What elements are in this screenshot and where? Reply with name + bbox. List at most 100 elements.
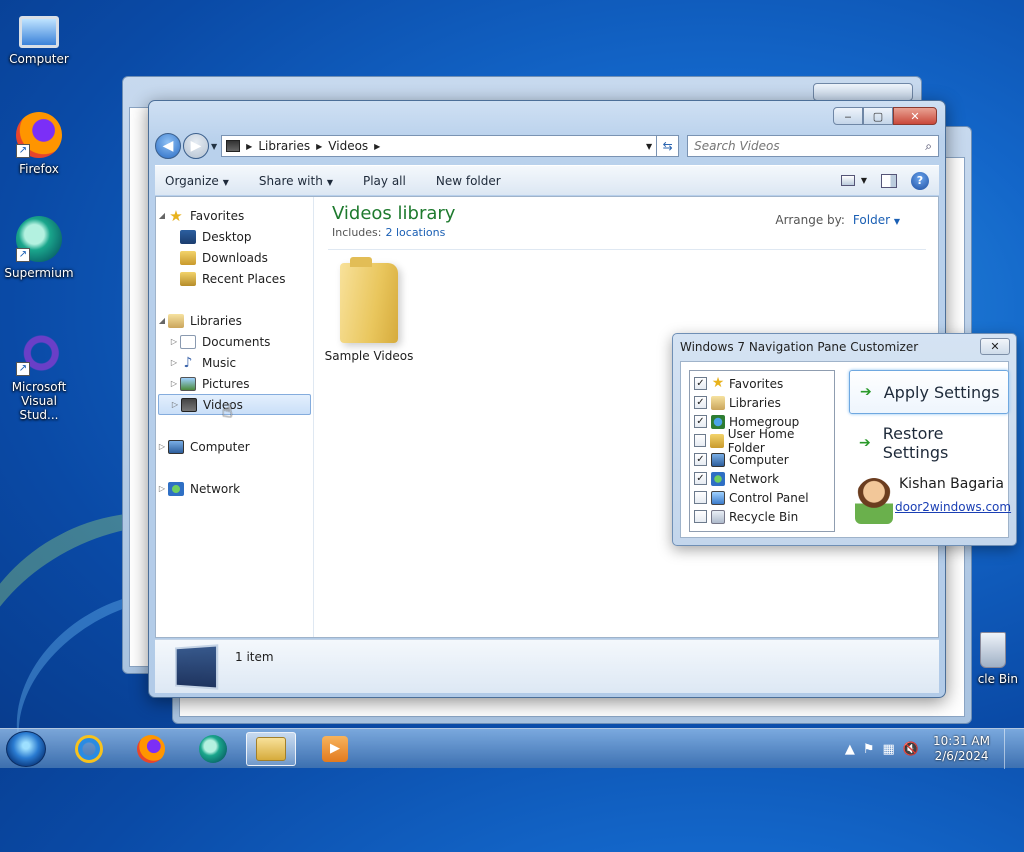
share-with-menu[interactable]: Share with ▼ <box>259 174 333 188</box>
maximize-button[interactable]: ▢ <box>863 107 893 125</box>
computer-icon <box>168 439 184 454</box>
nav-options-list: ✓ ★ Favorites ✓ Libraries ✓ Homegroup User H… <box>689 370 835 532</box>
folder-item[interactable]: Sample Videos <box>324 257 414 363</box>
user-folder-icon <box>710 433 724 448</box>
search-box[interactable]: ⌕ <box>687 135 939 157</box>
taskbar-firefox[interactable] <box>126 732 176 766</box>
recent-pages-dropdown[interactable]: ▼ <box>211 142 217 151</box>
nav-favorites[interactable]: ◢ ★ Favorites <box>156 205 313 226</box>
nav-libraries[interactable]: ◢ Libraries <box>156 310 313 331</box>
option-control-panel[interactable]: Control Panel <box>694 488 830 507</box>
view-options-dropdown-icon[interactable]: ▼ <box>861 176 867 185</box>
collapse-icon[interactable]: ◢ <box>156 316 168 325</box>
network-status-icon[interactable]: ▦ <box>883 742 895 757</box>
videos-icon <box>181 397 197 412</box>
recycle-bin-icon <box>711 509 725 524</box>
show-desktop-button[interactable] <box>1004 729 1016 769</box>
desktop-icon-visual-studio[interactable]: ↗ Microsoft Visual Stud... <box>0 330 78 422</box>
expand-icon[interactable]: ▷ <box>168 358 180 367</box>
restore-settings-button[interactable]: ➔ Restore Settings <box>849 421 1009 465</box>
navigation-pane: ◢ ★ Favorites Desktop Downloads Recent Pla… <box>156 197 314 637</box>
breadcrumb-libraries[interactable]: Libraries <box>258 139 310 153</box>
organize-menu[interactable]: Organize ▼ <box>165 174 229 188</box>
arrange-by-dropdown[interactable]: Folder ▼ <box>853 213 900 227</box>
checkbox[interactable] <box>694 491 707 504</box>
minimize-button[interactable]: ‒ <box>833 107 863 125</box>
show-hidden-icons-icon[interactable]: ▲ <box>845 742 855 757</box>
forward-button[interactable]: ▶ <box>183 133 209 159</box>
taskbar-media-player[interactable]: ▶ <box>310 732 360 766</box>
clock[interactable]: 10:31 AM 2/6/2024 <box>933 734 990 764</box>
checkbox[interactable] <box>694 510 707 523</box>
taskbar: ▶ ▲ ⚑ ▦ 🔇 10:31 AM 2/6/2024 <box>0 728 1024 769</box>
taskbar-supermium[interactable] <box>188 732 238 766</box>
nav-pictures[interactable]: ▷ Pictures <box>156 373 313 394</box>
supermium-icon: ↗ <box>16 216 62 262</box>
back-button[interactable]: ◀ <box>155 133 181 159</box>
dialog-title: Windows 7 Navigation Pane Customizer <box>680 340 919 354</box>
checkbox[interactable]: ✓ <box>694 377 707 390</box>
new-folder-button[interactable]: New folder <box>436 174 501 188</box>
option-recycle-bin[interactable]: Recycle Bin <box>694 507 830 526</box>
computer-icon <box>711 452 725 467</box>
address-bar[interactable]: ▶ Libraries ▶ Videos ▶ ▼ <box>221 135 658 157</box>
taskbar-explorer[interactable] <box>246 732 296 766</box>
visual-studio-icon: ↗ <box>16 330 62 376</box>
arrow-right-icon: ➔ <box>860 384 872 400</box>
arrange-by: Arrange by: Folder ▼ <box>775 213 900 227</box>
expand-icon[interactable]: ▷ <box>168 337 180 346</box>
expand-icon[interactable]: ▷ <box>156 484 168 493</box>
expand-icon[interactable]: ▷ <box>168 379 180 388</box>
desktop-icon-firefox[interactable]: ↗ Firefox <box>0 112 78 176</box>
dialog-close-button[interactable]: ✕ <box>980 338 1010 355</box>
chevron-right-icon[interactable]: ▶ <box>316 142 322 151</box>
libraries-icon <box>711 395 725 410</box>
nav-downloads[interactable]: Downloads <box>156 247 313 268</box>
volume-muted-icon[interactable]: 🔇 <box>903 742 919 757</box>
close-button[interactable]: ✕ <box>893 107 937 125</box>
checkbox[interactable]: ✓ <box>694 453 707 466</box>
collapse-icon[interactable]: ◢ <box>156 211 168 220</box>
checkbox[interactable]: ✓ <box>694 472 707 485</box>
play-all-button[interactable]: Play all <box>363 174 406 188</box>
help-icon[interactable]: ? <box>911 171 929 190</box>
item-count: 1 item <box>235 650 274 664</box>
author-link[interactable]: door2windows.com <box>895 500 1011 514</box>
search-input[interactable] <box>694 139 926 153</box>
change-view-icon[interactable] <box>840 175 855 186</box>
refresh-button[interactable]: ⇆ <box>657 135 680 157</box>
firefox-icon: ↗ <box>16 112 62 158</box>
apply-settings-button[interactable]: ➔ Apply Settings <box>849 370 1009 414</box>
taskbar-internet-explorer[interactable] <box>64 732 114 766</box>
option-network[interactable]: ✓ Network <box>694 469 830 488</box>
network-icon <box>711 471 725 486</box>
locations-link[interactable]: 2 locations <box>385 226 445 239</box>
preview-pane-icon[interactable] <box>881 173 897 188</box>
action-center-flag-icon[interactable]: ⚑ <box>863 742 875 757</box>
nav-recent-places[interactable]: Recent Places <box>156 268 313 289</box>
libraries-icon <box>168 313 184 328</box>
checkbox[interactable] <box>694 434 707 447</box>
option-user-home-folder[interactable]: User Home Folder <box>694 427 830 455</box>
nav-documents[interactable]: ▷ Documents <box>156 331 313 352</box>
desktop-icon-computer[interactable]: Computer <box>0 8 78 66</box>
control-panel-icon <box>711 490 725 505</box>
checkbox[interactable]: ✓ <box>694 415 707 428</box>
nav-network[interactable]: ▷ Network <box>156 478 313 499</box>
desktop-icon-supermium[interactable]: ↗ Supermium <box>0 216 78 280</box>
nav-computer[interactable]: ▷ Computer <box>156 436 313 457</box>
option-favorites[interactable]: ✓ ★ Favorites <box>694 374 830 393</box>
expand-icon[interactable]: ▷ <box>156 442 168 451</box>
checkbox[interactable]: ✓ <box>694 396 707 409</box>
nav-music[interactable]: ▷ ♪ Music <box>156 352 313 373</box>
option-libraries[interactable]: ✓ Libraries <box>694 393 830 412</box>
nav-videos[interactable]: ▷ Videos <box>158 394 311 415</box>
chevron-right-icon[interactable]: ▶ <box>246 142 252 151</box>
breadcrumb-videos[interactable]: Videos <box>328 139 368 153</box>
address-dropdown-icon[interactable]: ▼ <box>646 142 652 151</box>
chevron-right-icon[interactable]: ▶ <box>374 142 380 151</box>
start-button[interactable] <box>6 731 46 767</box>
video-library-icon <box>175 643 219 690</box>
nav-desktop[interactable]: Desktop <box>156 226 313 247</box>
expand-icon[interactable]: ▷ <box>169 400 181 409</box>
